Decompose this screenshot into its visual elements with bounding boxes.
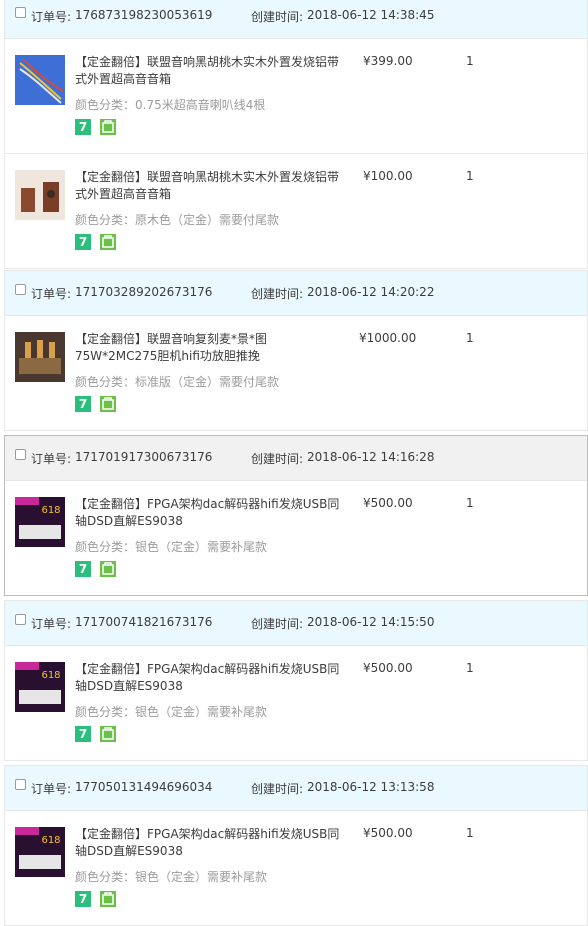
order-item: 【定金翻倍】联盟音响黑胡桃木实木外置发烧铝带式外置超高音音箱 颜色分类：0.75… [5,39,587,154]
order-no-label: 订单号: [31,782,72,796]
shop-guarantee-icon [100,119,116,135]
seven-day-return-icon: 7 [75,234,91,250]
order-item: 618 【定金翻倍】FPGA架构dac解码器hifi发烧USB同轴DSD直解ES… [5,646,587,760]
created-time-label: 创建时间: [251,10,304,24]
cable-image[interactable] [15,55,65,105]
seven-day-return-icon: 7 [75,561,91,577]
order-checkbox[interactable] [15,614,26,625]
item-quantity: 1 [466,169,474,183]
svg-text:618: 618 [41,835,60,846]
dac-image[interactable]: 618 [15,497,65,547]
order-header: 订单号: 176873198230053619 创建时间: 2018-06-12… [5,0,587,39]
item-title[interactable]: 【定金翻倍】FPGA架构dac解码器hifi发烧USB同轴DSD直解ES9038 [75,496,345,530]
order-no: 176873198230053619 [75,8,213,22]
order-card: 订单号: 171703289202673176 创建时间: 2018-06-12… [4,270,588,431]
created-time: 2018-06-12 14:15:50 [307,615,435,629]
item-quantity: 1 [466,496,474,510]
created-time: 2018-06-12 14:16:28 [307,450,435,464]
order-header: 订单号: 171700741821673176 创建时间: 2018-06-12… [5,601,587,646]
order-no: 177050131494696034 [75,780,213,794]
item-quantity: 1 [466,826,474,840]
item-title[interactable]: 【定金翻倍】联盟音响黑胡桃木实木外置发烧铝带式外置超高音音箱 [75,169,345,203]
order-card: 订单号: 176873198230053619 创建时间: 2018-06-12… [4,0,588,269]
svg-text:618: 618 [41,505,60,516]
item-sku: 颜色分类：银色（定金）需要补尾款 [75,705,268,719]
amplifier-image[interactable] [15,332,65,382]
item-quantity: 1 [466,54,474,68]
order-item: 【定金翻倍】联盟音响复刻麦*景*图75W*2MC275胆机hifi功放胆推挽 颜… [5,316,587,430]
item-sku: 颜色分类：银色（定金）需要补尾款 [75,870,268,884]
shop-guarantee-icon [100,234,116,250]
order-no-label: 订单号: [31,287,72,301]
order-card: 订单号: 177050131494696034 创建时间: 2018-06-12… [4,765,588,926]
shop-guarantee-icon [100,891,116,907]
item-price: ¥500.00 [363,661,413,675]
item-title[interactable]: 【定金翻倍】联盟音响黑胡桃木实木外置发烧铝带式外置超高音音箱 [75,54,345,88]
item-sku: 颜色分类：0.75米超高音喇叭线4根 [75,98,266,112]
item-title[interactable]: 【定金翻倍】FPGA架构dac解码器hifi发烧USB同轴DSD直解ES9038 [75,661,345,695]
order-no: 171701917300673176 [75,450,213,464]
item-sku: 颜色分类：原木色（定金）需要付尾款 [75,213,280,227]
shop-guarantee-icon [100,396,116,412]
order-card: 订单号: 171701917300673176 创建时间: 2018-06-12… [4,435,588,596]
order-no-label: 订单号: [31,10,72,24]
order-card: 订单号: 171700741821673176 创建时间: 2018-06-12… [4,600,588,761]
item-sku: 颜色分类：银色（定金）需要补尾款 [75,540,268,554]
seven-day-return-icon: 7 [75,891,91,907]
item-quantity: 1 [466,661,474,675]
item-quantity: 1 [466,331,474,345]
dac-image[interactable]: 618 [15,827,65,877]
order-header: 订单号: 177050131494696034 创建时间: 2018-06-12… [5,766,587,811]
order-checkbox[interactable] [15,7,26,18]
order-no: 171700741821673176 [75,615,213,629]
created-time: 2018-06-12 14:38:45 [307,8,435,22]
item-price: ¥399.00 [363,54,413,68]
item-title[interactable]: 【定金翻倍】联盟音响复刻麦*景*图75W*2MC275胆机hifi功放胆推挽 [75,331,345,365]
order-item: 618 【定金翻倍】FPGA架构dac解码器hifi发烧USB同轴DSD直解ES… [5,481,587,595]
seven-day-return-icon: 7 [75,726,91,742]
order-no: 171703289202673176 [75,285,213,299]
seven-day-return-icon: 7 [75,119,91,135]
created-time-label: 创建时间: [251,452,304,466]
order-no-label: 订单号: [31,617,72,631]
created-time-label: 创建时间: [251,287,304,301]
item-price: ¥500.00 [363,826,413,840]
order-header: 订单号: 171703289202673176 创建时间: 2018-06-12… [5,271,587,316]
order-checkbox[interactable] [15,449,26,460]
seven-day-return-icon: 7 [75,396,91,412]
item-price: ¥100.00 [363,169,413,183]
order-checkbox[interactable] [15,779,26,790]
item-price: ¥1000.00 [359,331,417,345]
order-item: 618 【定金翻倍】FPGA架构dac解码器hifi发烧USB同轴DSD直解ES… [5,811,587,925]
created-time-label: 创建时间: [251,617,304,631]
dac-image[interactable]: 618 [15,662,65,712]
created-time: 2018-06-12 13:13:58 [307,780,435,794]
svg-text:618: 618 [41,670,60,681]
created-time-label: 创建时间: [251,782,304,796]
item-price: ¥500.00 [363,496,413,510]
item-title[interactable]: 【定金翻倍】FPGA架构dac解码器hifi发烧USB同轴DSD直解ES9038 [75,826,345,860]
order-no-label: 订单号: [31,452,72,466]
created-time: 2018-06-12 14:20:22 [307,285,435,299]
speaker-image[interactable] [15,170,65,220]
shop-guarantee-icon [100,561,116,577]
order-checkbox[interactable] [15,284,26,295]
shop-guarantee-icon [100,726,116,742]
order-header: 订单号: 171701917300673176 创建时间: 2018-06-12… [5,436,587,481]
item-sku: 颜色分类：标准版（定金）需要付尾款 [75,375,280,389]
order-item: 【定金翻倍】联盟音响黑胡桃木实木外置发烧铝带式外置超高音音箱 颜色分类：原木色（… [5,154,587,268]
